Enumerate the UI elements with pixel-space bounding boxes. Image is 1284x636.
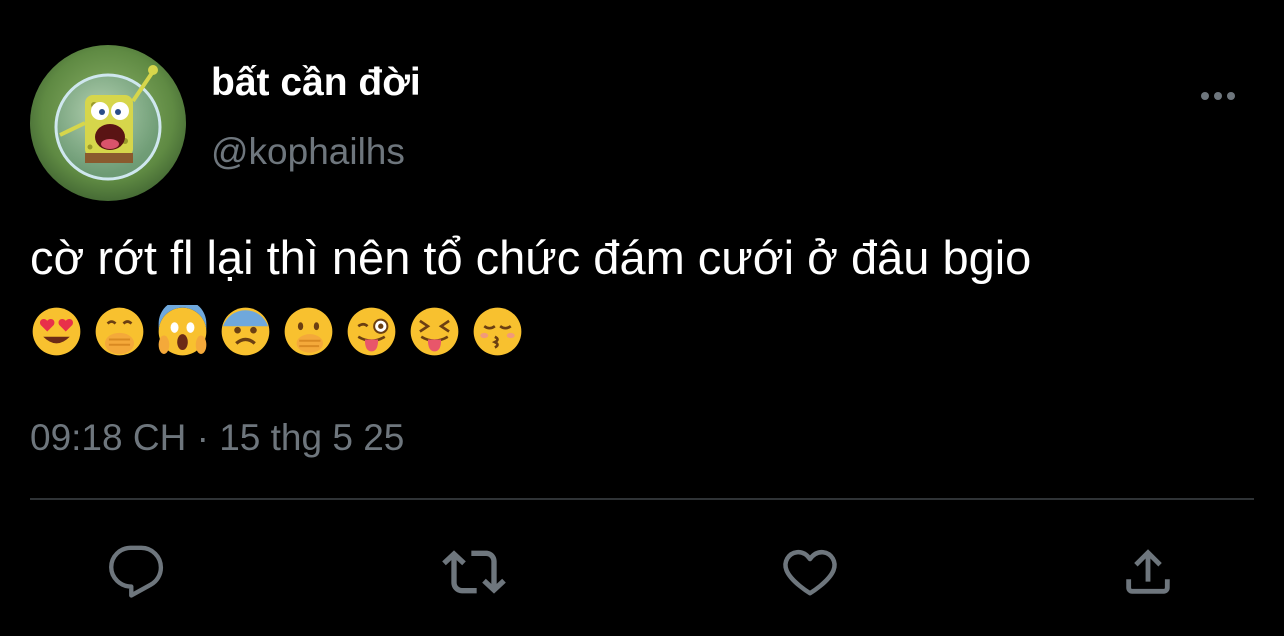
more-horizontal-icon	[1201, 92, 1235, 100]
retweet-button[interactable]	[442, 540, 506, 604]
tweet-emoji-row: 😍 🤭 😱 😨 🤭 😜	[30, 305, 524, 365]
like-button[interactable]	[778, 540, 842, 604]
emoji-winking-tongue-icon: 😜	[347, 307, 396, 356]
avatar-image	[30, 45, 186, 201]
retweet-icon	[442, 550, 506, 594]
more-options-button[interactable]	[1196, 82, 1246, 110]
reply-button[interactable]	[104, 540, 168, 604]
tweet-text: cờ rớt fl lại thì nên tổ chức đám cưới ở…	[30, 231, 1032, 284]
emoji-squinting-tongue-icon: 😝	[410, 307, 459, 356]
emoji-fearful-icon: 😨	[221, 307, 270, 356]
share-icon	[1126, 549, 1170, 594]
user-handle[interactable]: @kophailhs	[211, 130, 405, 174]
display-name[interactable]: bất cần đời	[211, 60, 421, 106]
divider	[30, 498, 1254, 500]
emoji-screaming-icon: 😱	[158, 305, 207, 356]
emoji-heart-eyes-icon: 😍	[32, 307, 81, 356]
heart-icon	[783, 549, 837, 596]
emoji-hand-over-mouth-icon: 🤭	[95, 307, 144, 356]
reply-icon	[109, 545, 164, 598]
avatar[interactable]	[30, 45, 186, 201]
share-button[interactable]	[1116, 540, 1180, 604]
tweet-timestamp[interactable]: 09:18 CH · 15 thg 5 25	[30, 415, 404, 461]
emoji-kissing-closed-eyes-icon: 😚	[473, 307, 522, 356]
emoji-hand-over-mouth-icon: 🤭	[284, 307, 333, 356]
